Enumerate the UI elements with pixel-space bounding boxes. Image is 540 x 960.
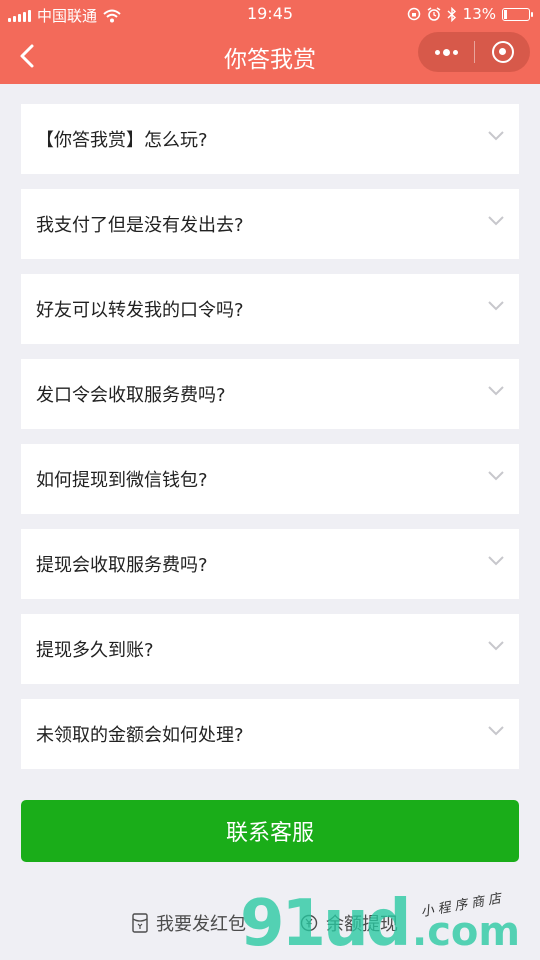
faq-question: 好友可以转发我的口令吗? bbox=[36, 300, 244, 321]
battery-percent: 13% bbox=[462, 5, 496, 23]
chevron-down-icon bbox=[488, 216, 504, 226]
chevron-down-icon bbox=[488, 726, 504, 736]
chevron-down-icon bbox=[488, 301, 504, 311]
faq-item[interactable]: 提现多久到账? bbox=[21, 614, 519, 684]
faq-question: 提现会收取服务费吗? bbox=[36, 555, 208, 576]
chevron-down-icon bbox=[488, 131, 504, 141]
red-packet-icon bbox=[132, 913, 148, 933]
faq-question: 发口令会收取服务费吗? bbox=[36, 385, 226, 406]
chevron-down-icon bbox=[488, 556, 504, 566]
faq-item[interactable]: 如何提现到微信钱包? bbox=[21, 444, 519, 514]
battery-fill bbox=[504, 9, 507, 19]
faq-question: 如何提现到微信钱包? bbox=[36, 470, 208, 491]
faq-list: 【你答我赏】怎么玩? 我支付了但是没有发出去? 好友可以转发我的口令吗? 发口令… bbox=[21, 104, 519, 784]
watermark-brand: 91ud bbox=[240, 887, 411, 960]
close-target-icon[interactable] bbox=[475, 32, 530, 72]
status-right: 13% bbox=[407, 5, 533, 23]
faq-question: 【你答我赏】怎么玩? bbox=[36, 130, 208, 151]
faq-item[interactable]: 我支付了但是没有发出去? bbox=[21, 189, 519, 259]
battery-icon bbox=[502, 7, 533, 21]
nav-bar: 你答我赏 bbox=[0, 28, 540, 84]
bluetooth-icon bbox=[447, 6, 456, 22]
mini-program-capsule bbox=[418, 32, 530, 72]
alarm-icon bbox=[427, 7, 441, 21]
faq-item[interactable]: 【你答我赏】怎么玩? bbox=[21, 104, 519, 174]
send-red-packet-label: 我要发红包 bbox=[156, 914, 246, 935]
faq-question: 提现多久到账? bbox=[36, 640, 154, 661]
send-red-packet-link[interactable]: 我要发红包 bbox=[132, 910, 246, 936]
contact-service-button[interactable]: 联系客服 bbox=[21, 800, 519, 862]
more-dots-icon[interactable] bbox=[418, 32, 474, 72]
faq-item[interactable]: 提现会收取服务费吗? bbox=[21, 529, 519, 599]
faq-question: 未领取的金额会如何处理? bbox=[36, 725, 244, 746]
faq-item[interactable]: 好友可以转发我的口令吗? bbox=[21, 274, 519, 344]
faq-item[interactable]: 发口令会收取服务费吗? bbox=[21, 359, 519, 429]
chevron-down-icon bbox=[488, 641, 504, 651]
chevron-down-icon bbox=[488, 386, 504, 396]
status-bar: 中国联通 19:45 13% bbox=[0, 0, 540, 28]
faq-question: 我支付了但是没有发出去? bbox=[36, 215, 244, 236]
chevron-down-icon bbox=[488, 471, 504, 481]
watermark-logo: 91ud .com 小程序商店 bbox=[240, 887, 540, 960]
faq-item[interactable]: 未领取的金额会如何处理? bbox=[21, 699, 519, 769]
orientation-lock-icon bbox=[407, 7, 420, 21]
